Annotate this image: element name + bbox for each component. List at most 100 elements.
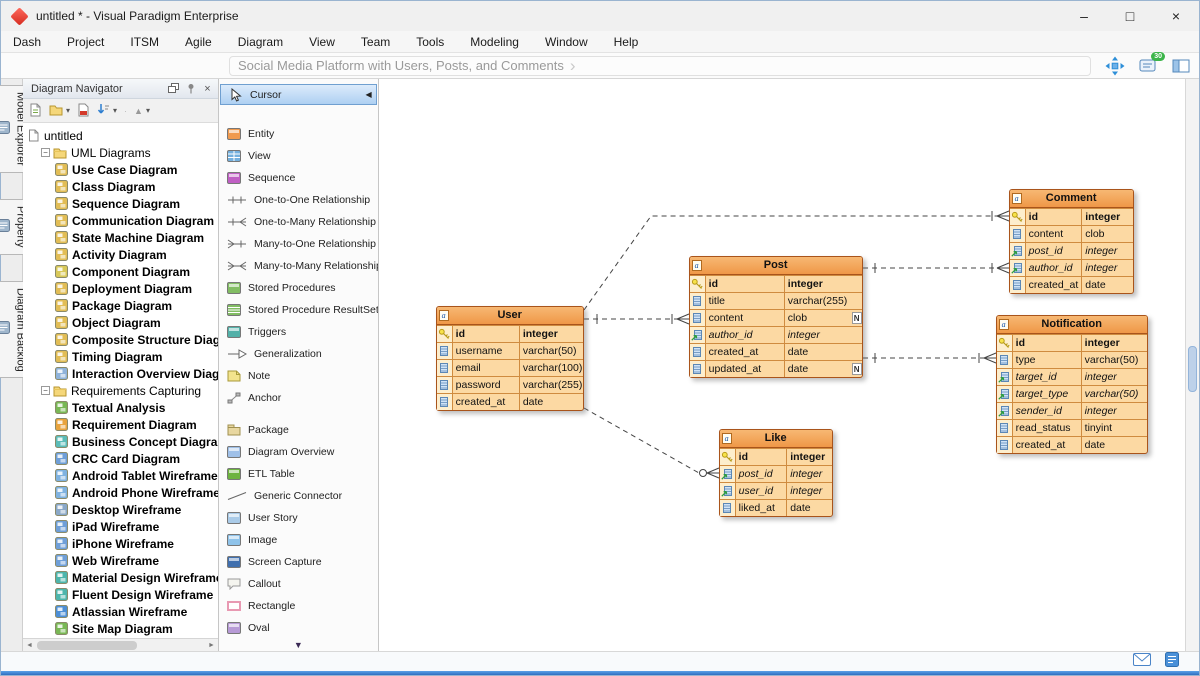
entity-header[interactable]: aComment — [1010, 190, 1133, 208]
entity-field-target_type[interactable]: target_typevarchar(50) — [997, 385, 1147, 402]
tool-user-story[interactable]: User Story — [219, 507, 378, 529]
tool-screen-capture[interactable]: Screen Capture — [219, 551, 378, 573]
tree-item-requirement-diagram[interactable]: Requirement Diagram — [23, 416, 218, 433]
palette-scroll-down-icon[interactable]: ▼ — [294, 640, 303, 650]
diagram-canvas[interactable]: aUseridintegerusernamevarchar(50)emailva… — [379, 79, 1185, 651]
entity-field-liked_at[interactable]: liked_atdate — [720, 499, 832, 516]
entity-field-created_at[interactable]: created_atdate — [997, 436, 1147, 453]
entity-user[interactable]: aUseridintegerusernamevarchar(50)emailva… — [436, 306, 584, 411]
tree-item-business-concept-diagram[interactable]: Business Concept Diagram — [23, 433, 218, 450]
tool-entity[interactable]: Entity — [219, 123, 378, 145]
tool-package[interactable]: Package — [219, 419, 378, 441]
entity-notification[interactable]: aNotificationidintegertypevarchar(50)tar… — [996, 315, 1148, 454]
entity-header[interactable]: aLike — [720, 430, 832, 448]
tree-item-class-diagram[interactable]: Class Diagram — [23, 178, 218, 195]
scroll-right-icon[interactable]: ► — [205, 639, 218, 651]
tree-item-object-diagram[interactable]: Object Diagram — [23, 314, 218, 331]
tree-item-composite-structure-diagram[interactable]: Composite Structure Diagram — [23, 331, 218, 348]
tool-etl-table[interactable]: ETL Table — [219, 463, 378, 485]
tree-item-state-machine-diagram[interactable]: State Machine Diagram — [23, 229, 218, 246]
sort-diagram-icon[interactable] — [97, 103, 110, 118]
entity-field-id[interactable]: idinteger — [690, 275, 862, 292]
tool-image[interactable]: Image — [219, 529, 378, 551]
menu-help[interactable]: Help — [614, 35, 639, 49]
sort-dropdown-icon[interactable]: ▾ — [113, 106, 117, 115]
tree-item-untitled[interactable]: untitled — [23, 127, 218, 144]
tool-note[interactable]: Note — [219, 365, 378, 387]
tool-triggers[interactable]: Triggers — [219, 321, 378, 343]
tool-oval[interactable]: Oval — [219, 617, 378, 639]
entity-field-content[interactable]: contentclob — [1010, 225, 1133, 242]
tool-stored-procedure-resultset[interactable]: Stored Procedure ResultSet — [219, 299, 378, 321]
entity-field-updated_at[interactable]: updated_atdateN — [690, 360, 862, 377]
tree-item-interaction-overview-diagram[interactable]: Interaction Overview Diagram — [23, 365, 218, 382]
entity-field-target_id[interactable]: target_idinteger — [997, 368, 1147, 385]
entity-field-user_id[interactable]: user_idinteger — [720, 482, 832, 499]
diagram-title[interactable]: Social Media Platform with Users, Posts,… — [238, 58, 564, 73]
tool-view[interactable]: View — [219, 145, 378, 167]
tree-item-site-map-diagram[interactable]: Site Map Diagram — [23, 620, 218, 637]
tree-item-android-tablet-wireframe[interactable]: Android Tablet Wireframe — [23, 467, 218, 484]
tool-many-to-one-relationship[interactable]: Many-to-One Relationship — [219, 233, 378, 255]
tree-item-textual-analysis[interactable]: Textual Analysis — [23, 399, 218, 416]
entity-field-id[interactable]: idinteger — [997, 334, 1147, 351]
menu-tools[interactable]: Tools — [416, 35, 444, 49]
collapse-expander-icon[interactable]: − — [41, 148, 50, 157]
entity-field-post_id[interactable]: post_idinteger — [1010, 242, 1133, 259]
tool-one-to-one-relationship[interactable]: One-to-One Relationship — [219, 189, 378, 211]
pin-panel-icon[interactable] — [184, 83, 197, 94]
entity-post[interactable]: aPostidintegertitlevarchar(255)contentcl… — [689, 256, 863, 378]
menu-team[interactable]: Team — [361, 35, 390, 49]
tree-item-package-diagram[interactable]: Package Diagram — [23, 297, 218, 314]
entity-field-read_status[interactable]: read_statustinyint — [997, 419, 1147, 436]
canvas-vscrollbar[interactable] — [1185, 79, 1199, 651]
vscroll-thumb[interactable] — [1188, 346, 1197, 392]
tool-anchor[interactable]: Anchor — [219, 387, 378, 409]
menu-dash[interactable]: Dash — [13, 35, 41, 49]
entity-like[interactable]: aLikeidintegerpost_idintegeruser_idinteg… — [719, 429, 833, 517]
tree-item-use-case-diagram[interactable]: Use Case Diagram — [23, 161, 218, 178]
tree-item-ipad-wireframe[interactable]: iPad Wireframe — [23, 518, 218, 535]
menu-agile[interactable]: Agile — [185, 35, 212, 49]
open-dropdown-icon[interactable]: ▾ — [66, 106, 70, 115]
entity-field-password[interactable]: passwordvarchar(255) — [437, 376, 583, 393]
tree-item-fluent-design-wireframe[interactable]: Fluent Design Wireframe — [23, 586, 218, 603]
entity-header[interactable]: aUser — [437, 307, 583, 325]
scroll-left-icon[interactable]: ◄ — [23, 639, 36, 651]
menu-window[interactable]: Window — [545, 35, 588, 49]
entity-field-post_id[interactable]: post_idinteger — [720, 465, 832, 482]
tool-callout[interactable]: Callout — [219, 573, 378, 595]
tree-item-iphone-wireframe[interactable]: iPhone Wireframe — [23, 535, 218, 552]
tree-item-atlassian-wireframe[interactable]: Atlassian Wireframe — [23, 603, 218, 620]
minimize-button[interactable]: – — [1061, 1, 1107, 31]
report-icon[interactable] — [1165, 652, 1179, 672]
close-button[interactable]: × — [1153, 1, 1199, 31]
entity-field-created_at[interactable]: created_atdate — [690, 343, 862, 360]
entity-field-id[interactable]: idinteger — [720, 448, 832, 465]
tool-one-to-many-relationship[interactable]: One-to-Many Relationship — [219, 211, 378, 233]
tree-folder-uml-diagrams[interactable]: −UML Diagrams — [23, 144, 218, 161]
entity-header[interactable]: aNotification — [997, 316, 1147, 334]
collapse-all-icon[interactable]: ▲ — [134, 106, 143, 116]
entity-field-type[interactable]: typevarchar(50) — [997, 351, 1147, 368]
tool-stored-procedures[interactable]: Stored Procedures — [219, 277, 378, 299]
collapse-expander-icon[interactable]: − — [41, 386, 50, 395]
auto-layout-icon[interactable] — [1105, 56, 1125, 76]
hscroll-thumb[interactable] — [37, 641, 137, 650]
tool-rectangle[interactable]: Rectangle — [219, 595, 378, 617]
tool-generalization[interactable]: Generalization — [219, 343, 378, 365]
more-dropdown-icon[interactable]: ▾ — [146, 106, 150, 115]
messages-icon[interactable] — [1133, 653, 1151, 671]
tree-item-timing-diagram[interactable]: Timing Diagram — [23, 348, 218, 365]
new-diagram-icon[interactable] — [29, 103, 42, 119]
export-pdf-icon[interactable] — [77, 103, 90, 119]
tree-item-sequence-diagram[interactable]: Sequence Diagram — [23, 195, 218, 212]
entity-field-created_at[interactable]: created_atdate — [1010, 276, 1133, 293]
menu-view[interactable]: View — [309, 35, 335, 49]
tool-many-to-many-relationship[interactable]: Many-to-Many Relationship — [219, 255, 378, 277]
entity-field-content[interactable]: contentclobN — [690, 309, 862, 326]
entity-field-email[interactable]: emailvarchar(100) — [437, 359, 583, 376]
entity-field-sender_id[interactable]: sender_idinteger — [997, 402, 1147, 419]
tree-item-activity-diagram[interactable]: Activity Diagram — [23, 246, 218, 263]
diagram-title-box[interactable]: Social Media Platform with Users, Posts,… — [229, 56, 1091, 76]
